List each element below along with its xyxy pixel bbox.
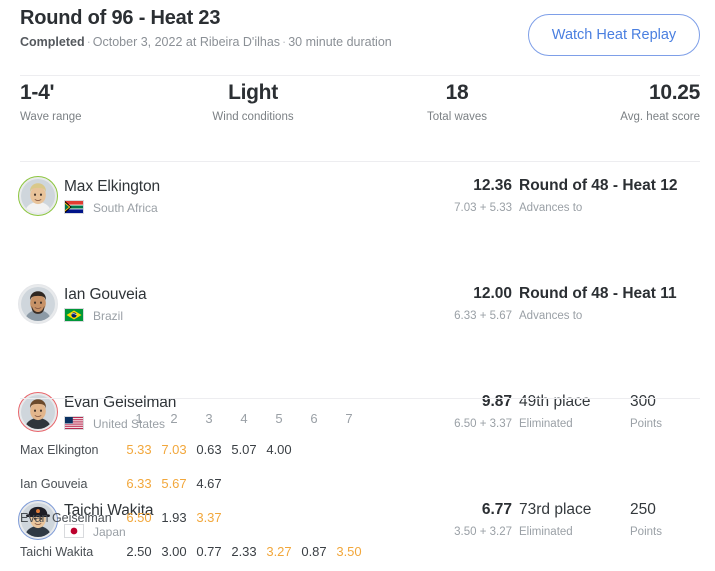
wave-row-athlete-name: Evan Geiselman [20,511,112,525]
heat-status: Completed [20,35,85,49]
avatar-photo [21,287,55,321]
athlete-status: Advances to [519,310,583,322]
wave-score-counting: 3.37 [196,510,222,525]
za-flag-icon [64,200,84,214]
heat-stats-row: 1-4' Wave range Light Wind conditions 18… [0,76,715,161]
stat-avg-heat-score: 10.25 Avg. heat score [540,76,700,123]
athlete-total-score: 12.36 [473,177,512,194]
wave-row-athlete-name: Taichi Wakita [20,545,94,559]
wave-table-body: Max Elkington 5.33 7.03 0.63 5.07 4.00 Ian Gou… [0,436,715,571]
watch-heat-replay-button[interactable]: Watch Heat Replay [528,14,700,56]
wave-score: 5.07 [231,442,257,457]
stat-total-waves-label: Total waves [426,111,488,123]
location-prefix: at [185,35,197,49]
avatar[interactable] [18,176,58,216]
stat-wave-range-value: 1-4' [20,81,55,104]
stat-avg-heat-score-value: 10.25 [648,81,700,104]
athlete-result: Round of 48 - Heat 11 [519,285,677,302]
wave-score: 4.00 [266,442,292,457]
wave-column-header: 7 [345,411,353,426]
meta-separator-1: · [86,35,91,49]
heat-location: Ribeira D'ilhas [199,35,281,49]
athlete-country: Brazil [93,309,124,323]
heat-duration: 30 minute duration [288,35,392,49]
wave-score-counting: 7.03 [161,442,187,457]
athlete-result: Round of 48 - Heat 12 [519,177,678,194]
heat-date: October 3, 2022 [92,35,183,49]
athlete-counting-waves: 6.33 + 5.67 [454,310,512,322]
wave-table-header: 1 2 3 4 5 6 7 [0,398,715,436]
athlete-name[interactable]: Ian Gouveia [64,286,147,304]
wave-score: 4.67 [196,476,222,491]
wave-score-counting: 3.27 [266,544,292,559]
wave-score-counting: 5.67 [161,476,187,491]
wave-table-row: Ian Gouveia 6.33 5.67 4.67 [0,470,715,504]
wave-table-row: Max Elkington 5.33 7.03 0.63 5.07 4.00 [0,436,715,470]
wave-score: 3.00 [161,544,187,559]
athlete-status: Advances to [519,202,583,214]
wave-column-header: 1 [135,411,143,426]
wave-scores-table: 1 2 3 4 5 6 7 Max Elkington 5.33 7.03 0.63 5.07 4.0… [0,398,715,571]
wave-score: 0.63 [196,442,222,457]
avatar-photo [21,179,55,213]
wave-row-athlete-name: Ian Gouveia [20,477,88,491]
stat-wind-conditions: Light Wind conditions [160,76,346,123]
wave-score: 2.33 [231,544,257,559]
wave-table-row: Taichi Wakita 2.50 3.00 0.77 2.33 3.27 0.87 3.5… [0,538,715,571]
wave-score-counting: 6.50 [126,510,152,525]
athlete-name[interactable]: Max Elkington [64,178,160,196]
athlete-row[interactable]: Ian Gouveia Brazil 12.00 6.33 + 5.67 Round o… [0,276,715,330]
wave-score: 0.77 [196,544,222,559]
divider-stats [20,161,700,162]
wave-row-athlete-name: Max Elkington [20,443,99,457]
wave-column-header: 2 [170,411,178,426]
athlete-row[interactable]: Max Elkington South Africa 12.36 7.03 + 5.3… [0,168,715,222]
wave-score-counting: 6.33 [126,476,152,491]
wave-score: 1.93 [161,510,187,525]
stat-wind-conditions-value: Light [228,81,278,104]
heat-header: Round of 96 - Heat 23 Completed · October … [0,0,715,75]
br-flag-icon [64,308,84,322]
athlete-total-score: 12.00 [473,285,512,302]
wave-table-row: Evan Geiselman 6.50 1.93 3.37 [0,504,715,538]
wave-column-header: 4 [240,411,248,426]
avatar[interactable] [18,284,58,324]
athlete-list: Max Elkington South Africa 12.36 7.03 + 5.3… [0,168,715,540]
heat-meta: Completed · October 3, 2022 at Ribeira D'i… [20,35,392,49]
stat-avg-heat-score-label: Avg. heat score [620,111,700,123]
athlete-country: South Africa [93,201,158,215]
stat-wave-range: 1-4' Wave range [20,76,160,123]
stat-total-waves: 18 Total waves [360,76,554,123]
wave-score-counting: 5.33 [126,442,152,457]
heat-result-page: Round of 96 - Heat 23 Completed · October … [0,0,715,571]
stat-total-waves-value: 18 [445,81,469,104]
meta-separator-2: · [282,35,287,49]
wave-score: 2.50 [126,544,152,559]
stat-wind-conditions-label: Wind conditions [212,111,294,123]
wave-column-header: 5 [275,411,283,426]
wave-score-counting: 3.50 [336,544,362,559]
wave-column-header: 3 [205,411,213,426]
wave-score: 0.87 [301,544,327,559]
athlete-counting-waves: 7.03 + 5.33 [454,202,512,214]
page-title: Round of 96 - Heat 23 [20,7,221,29]
stat-wave-range-label: Wave range [20,111,82,123]
wave-column-header: 6 [310,411,318,426]
